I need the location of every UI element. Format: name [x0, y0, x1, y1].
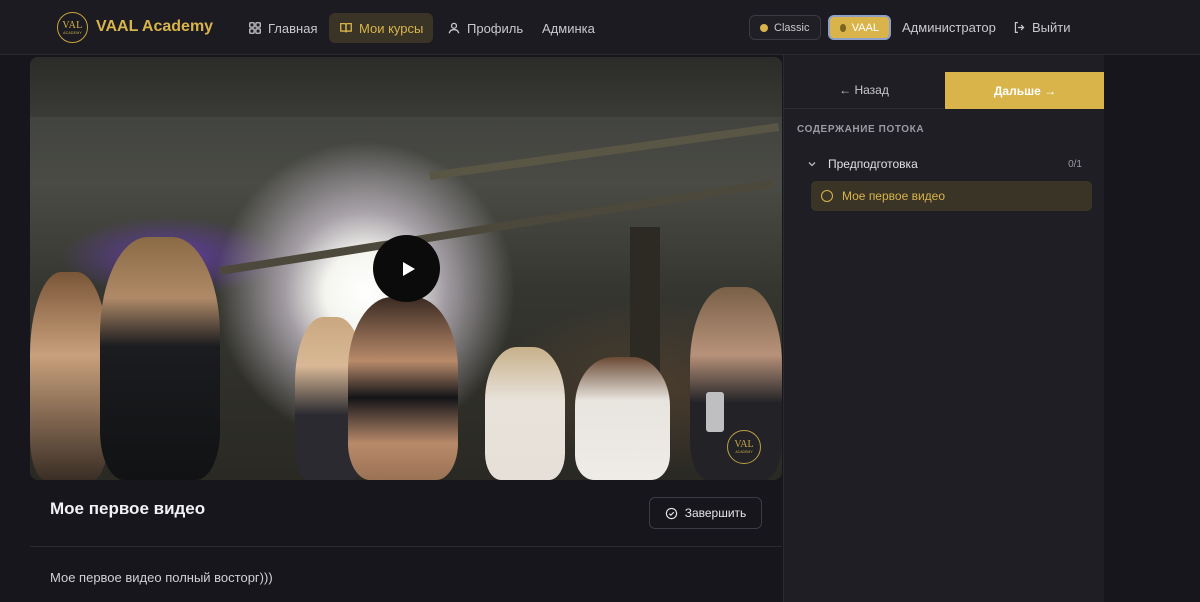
module-title: Предподготовка: [828, 157, 918, 171]
play-button[interactable]: [373, 235, 440, 302]
watermark-text: VAL: [734, 439, 754, 450]
video-person: [100, 237, 220, 480]
nav-item-label: Админка: [542, 20, 595, 36]
video-person: [575, 357, 670, 480]
chevron-down-icon: [808, 162, 816, 167]
dot-icon: [840, 23, 846, 32]
theme-vaal-button[interactable]: VAAL: [828, 15, 891, 40]
video-phone: [706, 392, 724, 432]
nav-item-profile[interactable]: Профиль: [437, 13, 533, 43]
page-margin: [1104, 55, 1200, 602]
brand-name[interactable]: VAAL Academy: [96, 18, 213, 36]
nav-item-home[interactable]: Главная: [238, 13, 327, 43]
check-circle-icon: [665, 507, 677, 519]
module-toggle[interactable]: Предподготовка 0/1: [807, 156, 1082, 172]
logout-icon: [1014, 22, 1025, 33]
user-icon: [448, 22, 460, 34]
next-button[interactable]: Дальше →: [945, 72, 1105, 109]
divider: [30, 546, 782, 547]
video-person: [485, 347, 565, 480]
lesson-list-item-label: Мое первое видео: [842, 189, 946, 203]
theme-classic-button[interactable]: Classic: [749, 15, 821, 40]
admin-user-label[interactable]: Администратор: [902, 20, 996, 35]
play-icon: [403, 261, 415, 276]
nav-item-label: Мои курсы: [359, 20, 424, 36]
nav-item-admin[interactable]: Админка: [532, 13, 605, 43]
lesson-title: Мое первое видео: [50, 499, 206, 518]
logout-label: Выйти: [1032, 20, 1071, 35]
logo-subtext: ACADEMY: [63, 30, 82, 35]
nav-item-label: Профиль: [467, 20, 524, 36]
circle-icon: [821, 190, 833, 202]
complete-button-label: Завершить: [684, 506, 747, 520]
nav-item-label: Главная: [268, 20, 318, 36]
top-navbar: VAL ACADEMY VAAL Academy Главная Мои кур…: [0, 0, 1200, 55]
video-player[interactable]: VAL ACADEMY: [30, 57, 782, 480]
grid-icon: [249, 22, 261, 34]
dot-icon: [760, 23, 768, 32]
theme-classic-label: Classic: [774, 21, 810, 34]
video-person: [348, 297, 458, 480]
complete-button[interactable]: Завершить: [649, 497, 762, 529]
course-sidebar: ← Назад Дальше → СОДЕРЖАНИЕ ПОТОКА Предп…: [783, 55, 1105, 602]
theme-vaal-label: VAAL: [851, 21, 879, 34]
logo[interactable]: VAL ACADEMY: [57, 12, 88, 43]
video-balcony-beam: [429, 123, 780, 180]
lesson-description: Мое первое видео полный восторг))): [50, 570, 273, 585]
back-button[interactable]: ← Назад: [784, 72, 944, 109]
video-person: [30, 272, 108, 480]
book-icon: [340, 22, 352, 33]
video-watermark-logo: VAL ACADEMY: [727, 430, 761, 464]
nav-item-my-courses[interactable]: Мои курсы: [329, 13, 434, 43]
lesson-list-item[interactable]: Мое первое видео: [811, 181, 1092, 211]
video-balcony-beam: [219, 179, 774, 275]
video-ceiling: [30, 57, 782, 117]
module-progress: 0/1: [1068, 158, 1082, 170]
logout-button[interactable]: Выйти: [1013, 20, 1071, 35]
section-heading: СОДЕРЖАНИЕ ПОТОКА: [797, 124, 925, 135]
logo-text: VAL: [62, 19, 83, 31]
watermark-subtext: ACADEMY: [735, 450, 753, 454]
